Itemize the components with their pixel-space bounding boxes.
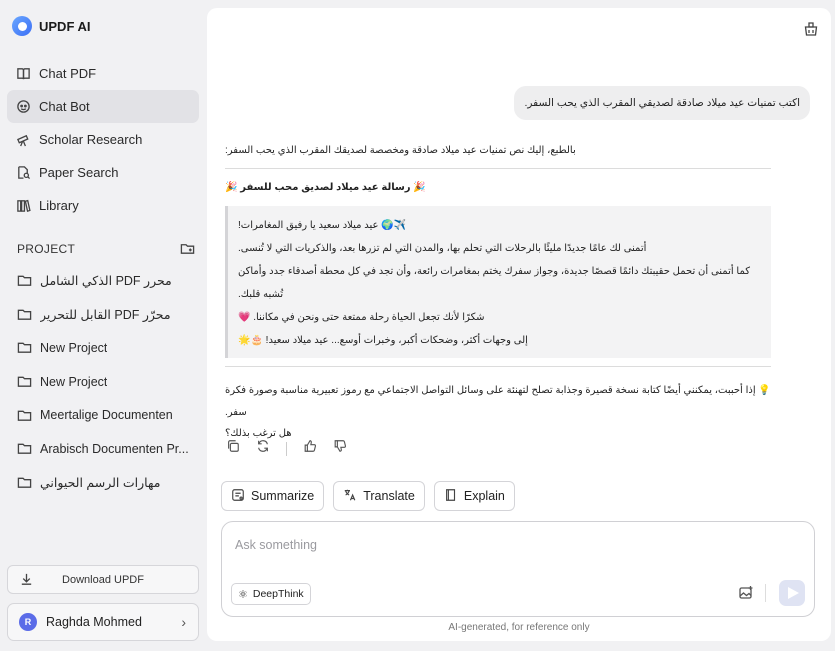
download-icon <box>19 572 34 587</box>
chatbot-icon <box>16 99 31 114</box>
nav-item-library[interactable]: Library <box>7 189 199 222</box>
divider <box>225 168 771 169</box>
folder-icon <box>17 307 32 322</box>
new-folder-icon[interactable] <box>180 241 195 256</box>
project-label: القابل للتحرير PDF محرّر <box>40 307 171 322</box>
explain-book-icon <box>444 488 458 505</box>
translate-button[interactable]: Translate <box>333 481 425 511</box>
response-intro: بالطبع، إليك نص تمنيات عيد ميلاد صادقة و… <box>225 145 576 156</box>
quote-line: إلى وجهات أكثر، وضحكات أكبر، وخبرات أوسع… <box>238 335 528 346</box>
project-item[interactable]: مهارات الرسم الحيواني <box>7 466 199 500</box>
quote-line: أتمنى لك عامًا جديدًا مليئًا بالرحلات ال… <box>238 243 647 254</box>
copy-icon[interactable] <box>226 439 240 458</box>
sidebar: UPDF AI Chat PDF Chat Bot Scholar Resear… <box>0 0 206 651</box>
project-label: New Project <box>40 374 108 389</box>
message-actions <box>226 439 347 458</box>
book-open-icon <box>16 66 31 81</box>
project-item[interactable]: New Project <box>7 331 199 365</box>
send-icon <box>788 587 799 599</box>
response-heading: 🎉 رسالة عيد ميلاد لصديق محب للسفر 🎉 <box>225 182 426 193</box>
avatar: R <box>19 613 37 631</box>
project-item[interactable]: New Project <box>7 365 199 399</box>
send-button[interactable] <box>779 580 805 606</box>
regenerate-icon[interactable] <box>256 439 270 458</box>
nav-item-scholar-research[interactable]: Scholar Research <box>7 123 199 156</box>
blockquote: ✈️🌍 عيد ميلاد سعيد يا رفيق المغامرات! أت… <box>225 206 771 358</box>
sidebar-nav: Chat PDF Chat Bot Scholar Research Paper… <box>7 57 199 222</box>
chevron-right-icon: › <box>181 614 186 630</box>
project-section-header: PROJECT <box>17 241 195 256</box>
quote-line: ✈️🌍 عيد ميلاد سعيد يا رفيق المغامرات! <box>238 220 407 231</box>
chat-panel: اكتب تمنيات عيد ميلاد صادقة لصديقي المقر… <box>207 8 831 641</box>
project-item[interactable]: القابل للتحرير PDF محرّر <box>7 298 199 332</box>
deepthink-toggle[interactable]: ⚛ DeepThink <box>231 583 311 605</box>
response-outro: 💡 إذا أحببت، يمكنني أيضًا كتابة نسخة قصي… <box>225 385 771 418</box>
nav-item-paper-search[interactable]: Paper Search <box>7 156 199 189</box>
folder-icon <box>17 408 32 423</box>
project-list: الذكي الشامل PDF محرر القابل للتحرير PDF… <box>7 264 199 499</box>
folder-icon <box>17 475 32 490</box>
clear-chat-icon[interactable] <box>803 21 819 37</box>
folder-icon <box>17 340 32 355</box>
nav-label: Chat Bot <box>39 99 90 114</box>
explain-button[interactable]: Explain <box>433 481 515 511</box>
telescope-icon <box>16 132 31 147</box>
project-label: New Project <box>40 340 108 355</box>
quote-line: شكرًا لأنك تجعل الحياة رحلة ممتعة حتى ون… <box>238 312 485 323</box>
separator <box>286 441 287 456</box>
folder-icon <box>17 273 32 288</box>
divider <box>225 366 771 367</box>
nav-item-chat-bot[interactable]: Chat Bot <box>7 90 199 123</box>
user-message-bubble: اكتب تمنيات عيد ميلاد صادقة لصديقي المقر… <box>514 86 810 120</box>
thumbs-down-icon[interactable] <box>333 439 347 458</box>
app-logo[interactable]: UPDF AI <box>12 16 91 36</box>
explain-label: Explain <box>463 489 505 503</box>
image-upload-icon[interactable] <box>738 585 754 601</box>
updf-logo-icon <box>12 16 32 36</box>
nav-label: Scholar Research <box>39 132 143 147</box>
deepthink-icon: ⚛ <box>238 588 248 601</box>
user-account-button[interactable]: R Raghda Mohmed › <box>7 603 199 641</box>
chat-input-box: ⚛ DeepThink <box>221 521 815 617</box>
download-label: Download UPDF <box>62 573 144 586</box>
summarize-button[interactable]: Summarize <box>221 481 325 511</box>
summarize-label: Summarize <box>251 489 315 503</box>
project-heading: PROJECT <box>17 241 76 256</box>
quick-tools: Summarize Translate Explain <box>221 481 515 511</box>
summarize-icon <box>231 488 245 505</box>
project-label: الذكي الشامل PDF محرر <box>40 274 172 289</box>
separator <box>765 584 766 602</box>
nav-label: Paper Search <box>39 165 119 180</box>
document-search-icon <box>16 165 31 180</box>
deepthink-label: DeepThink <box>252 588 304 600</box>
app-name: UPDF AI <box>39 18 91 34</box>
folder-icon <box>17 441 32 456</box>
folder-icon <box>17 374 32 389</box>
project-label: Arabisch Documenten Pr... <box>40 441 189 456</box>
translate-label: Translate <box>363 489 415 503</box>
project-item[interactable]: الذكي الشامل PDF محرر <box>7 264 199 298</box>
assistant-response: بالطبع، إليك نص تمنيات عيد ميلاد صادقة و… <box>225 145 771 444</box>
project-item[interactable]: Meertalige Documenten <box>7 398 199 432</box>
user-name: Raghda Mohmed <box>46 615 142 629</box>
nav-item-chat-pdf[interactable]: Chat PDF <box>7 57 199 90</box>
nav-label: Chat PDF <box>39 66 97 81</box>
thumbs-up-icon[interactable] <box>303 439 317 458</box>
download-updf-button[interactable]: Download UPDF <box>7 565 199 594</box>
project-item[interactable]: Arabisch Documenten Pr... <box>7 432 199 466</box>
library-icon <box>16 198 31 213</box>
project-label: Meertalige Documenten <box>40 408 173 423</box>
quote-line: كما أتمنى أن تحمل حقيبتك دائمًا قصصًا جد… <box>238 266 751 300</box>
disclaimer: AI-generated, for reference only <box>448 622 590 633</box>
translate-icon <box>343 488 357 505</box>
chat-input[interactable] <box>235 538 735 552</box>
project-label: مهارات الرسم الحيواني <box>40 475 161 490</box>
nav-label: Library <box>39 198 79 213</box>
